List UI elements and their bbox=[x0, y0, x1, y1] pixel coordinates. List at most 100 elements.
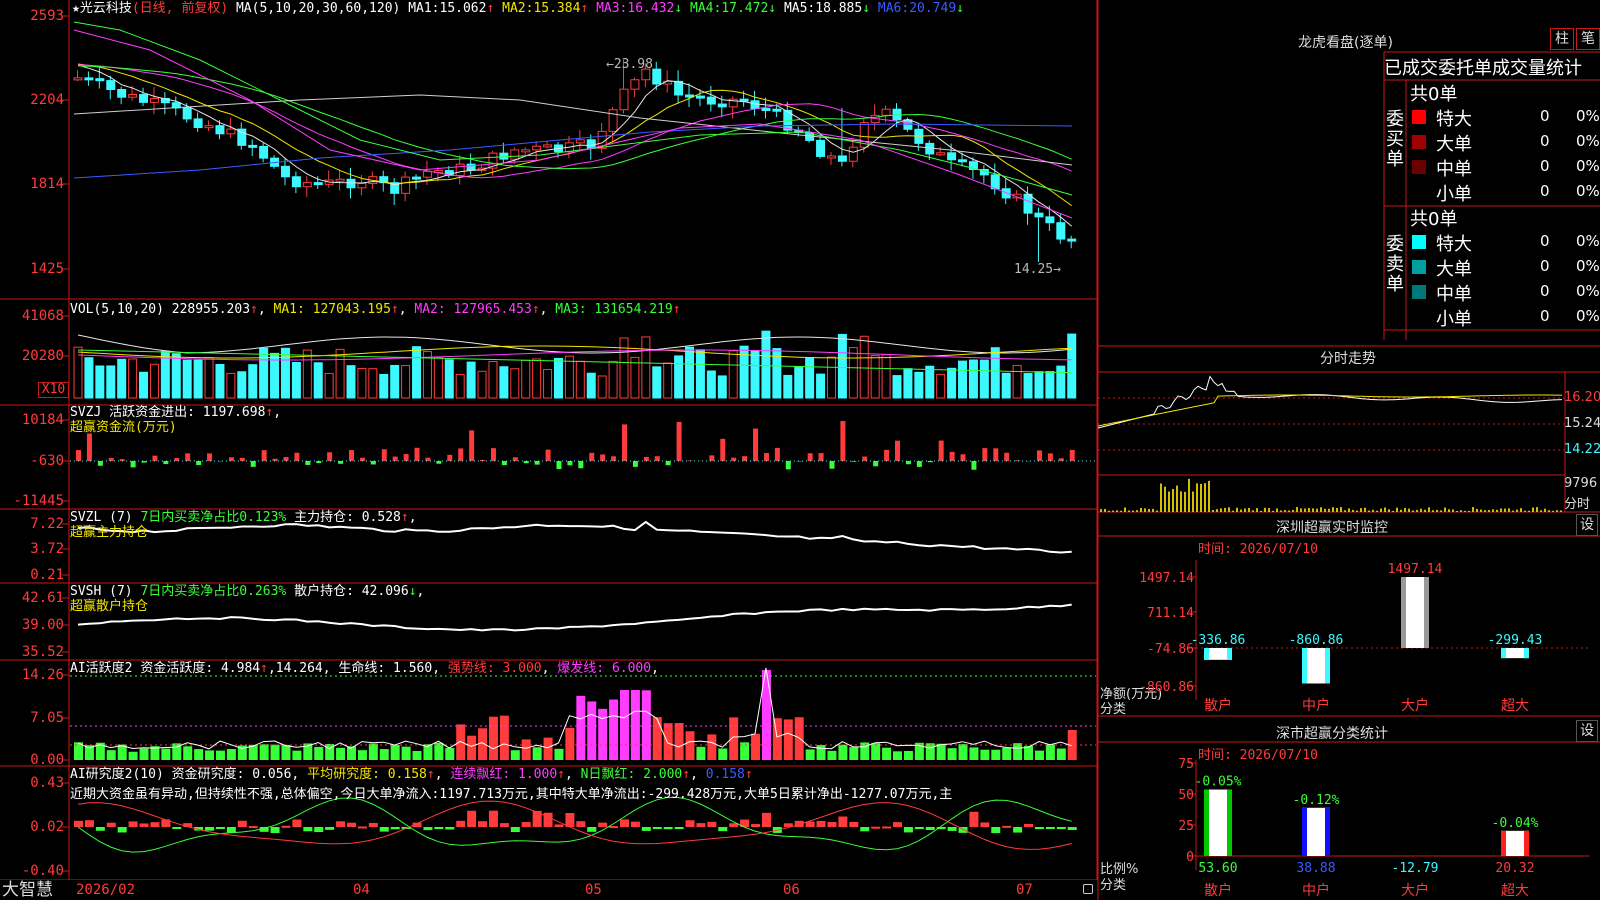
ai1-bar bbox=[139, 748, 149, 760]
vol-ma3: MA3: 131654.219 bbox=[555, 302, 673, 317]
volume-bar bbox=[564, 355, 574, 399]
ma-line-5 bbox=[77, 64, 1073, 227]
ai2-bar bbox=[641, 827, 651, 831]
volume-bar bbox=[717, 375, 727, 399]
candle-body bbox=[106, 80, 116, 91]
svzj-bar bbox=[370, 461, 376, 465]
volume-bar bbox=[586, 372, 596, 399]
candle-body bbox=[422, 170, 432, 178]
star-icon[interactable]: ★ bbox=[72, 1, 80, 16]
low-price-label: 14.25→ bbox=[1014, 262, 1061, 277]
svzj-bar bbox=[1069, 449, 1075, 461]
vol-tick: 20280 bbox=[21, 348, 64, 364]
candle-body bbox=[357, 182, 367, 189]
stock-name[interactable]: 光云科技 bbox=[80, 1, 132, 16]
ai2-bar bbox=[707, 821, 717, 827]
ai2-bar bbox=[849, 821, 859, 827]
candle-body bbox=[313, 182, 323, 186]
ai1-bar bbox=[925, 743, 935, 760]
volume-bar bbox=[925, 365, 935, 399]
sell-total: 共0单 bbox=[1410, 209, 1458, 230]
volume-bar bbox=[291, 362, 301, 399]
volume-bar bbox=[892, 375, 902, 399]
ai2-bar bbox=[74, 820, 83, 827]
svzj-desc: 活跃资金进出: bbox=[109, 405, 195, 420]
svzj-bar bbox=[895, 440, 900, 461]
ai2-bar bbox=[751, 824, 761, 827]
candle-body bbox=[1034, 212, 1044, 218]
svzj-bar bbox=[469, 430, 475, 461]
ai2-bar bbox=[139, 823, 149, 827]
lhb-btn-bar[interactable]: 柱 bbox=[1550, 28, 1574, 50]
volume-bar bbox=[488, 361, 498, 399]
svzj-bar bbox=[458, 448, 464, 461]
ai1-bar bbox=[772, 718, 782, 760]
chart-area[interactable]: ★光云科技(日线, 前复权) MA(5,10,20,30,60,120) MA1… bbox=[0, 0, 1098, 900]
candlesticks bbox=[73, 60, 1077, 262]
candle-body bbox=[630, 79, 640, 90]
candle-body bbox=[521, 149, 531, 153]
brand-logo[interactable]: 大智慧 bbox=[2, 880, 53, 900]
ai2-bar bbox=[914, 827, 924, 829]
candle-body bbox=[826, 155, 836, 159]
ai1-bar bbox=[478, 728, 488, 760]
ai2-bar bbox=[488, 810, 498, 827]
chart-canvas[interactable] bbox=[0, 0, 1098, 880]
svsh-desc: 7日内买卖净占比0.263% bbox=[140, 584, 287, 599]
ai1-bar bbox=[281, 745, 291, 760]
ai2-bar bbox=[445, 827, 455, 830]
ai2-bar bbox=[685, 820, 695, 827]
ai1-bar bbox=[106, 750, 116, 760]
ai2-bar bbox=[423, 827, 433, 831]
ai1-bar bbox=[674, 723, 684, 760]
volume-bar bbox=[444, 359, 454, 399]
ai2-tick: 0.43 bbox=[30, 775, 64, 791]
ai2-bar bbox=[882, 826, 892, 829]
candle-body bbox=[84, 77, 94, 81]
ai2-bar bbox=[368, 822, 378, 827]
sz-monitor-settings-button[interactable]: 设 bbox=[1576, 514, 1598, 536]
lock-icon[interactable] bbox=[1083, 884, 1093, 894]
ai1-bar bbox=[751, 733, 761, 760]
ai1-bar bbox=[641, 690, 651, 760]
lhb-color-swatch bbox=[1412, 135, 1426, 149]
ai2-bar bbox=[925, 827, 935, 831]
volume-bar bbox=[728, 350, 738, 399]
candle-body bbox=[346, 178, 356, 189]
candle-body bbox=[958, 159, 968, 163]
vol-ma3-arrow: ↑ bbox=[672, 302, 681, 317]
sz-class-settings-button[interactable]: 设 bbox=[1576, 720, 1598, 742]
svsh-tick: 42.61 bbox=[21, 590, 64, 606]
ma-label: MA(5,10,20,30,60,120) bbox=[235, 1, 401, 16]
svzj-bar bbox=[1058, 458, 1064, 461]
vol-unit-box[interactable]: X10 bbox=[38, 382, 69, 398]
volume-bar bbox=[597, 375, 607, 399]
ai2-bar bbox=[347, 822, 356, 827]
lhb-color-swatch bbox=[1412, 185, 1426, 199]
ai1-bar bbox=[936, 743, 946, 760]
vol-title: VOL(5,10,20) bbox=[70, 302, 164, 317]
sz-class-time: 时间: 2026/07/10 bbox=[1198, 748, 1318, 763]
ai2-bar bbox=[1002, 825, 1012, 828]
ai1-bar bbox=[194, 749, 204, 760]
candle-body bbox=[149, 97, 159, 103]
candle-body bbox=[586, 139, 596, 149]
volume-bar bbox=[1012, 364, 1022, 399]
ai1-bar bbox=[456, 724, 466, 760]
ai1-bar bbox=[510, 750, 520, 760]
svzj-tick: 10184 bbox=[21, 412, 64, 428]
ai2-bar bbox=[248, 826, 258, 829]
ai2-bar bbox=[1067, 827, 1077, 831]
ai1-desc: 资金活跃度: bbox=[140, 661, 214, 676]
ai1-line bbox=[77, 667, 1072, 750]
ai2-bar bbox=[598, 822, 608, 827]
ai1-bar bbox=[805, 749, 815, 760]
date-label: 06 bbox=[783, 882, 800, 898]
right-panel: 龙虎看盘(逐单) 柱 笔 已成交委托单成交量统计 委买单 共0单 委卖单 共0单… bbox=[1098, 0, 1600, 900]
volume-bar bbox=[685, 346, 695, 399]
volume-bar bbox=[826, 356, 836, 399]
lhb-btn-tick[interactable]: 笔 bbox=[1576, 28, 1600, 50]
period-label[interactable]: (日线, 前复权) bbox=[132, 1, 228, 16]
candle-body bbox=[990, 174, 1000, 190]
ai1-tick: 0.00 bbox=[30, 752, 64, 768]
